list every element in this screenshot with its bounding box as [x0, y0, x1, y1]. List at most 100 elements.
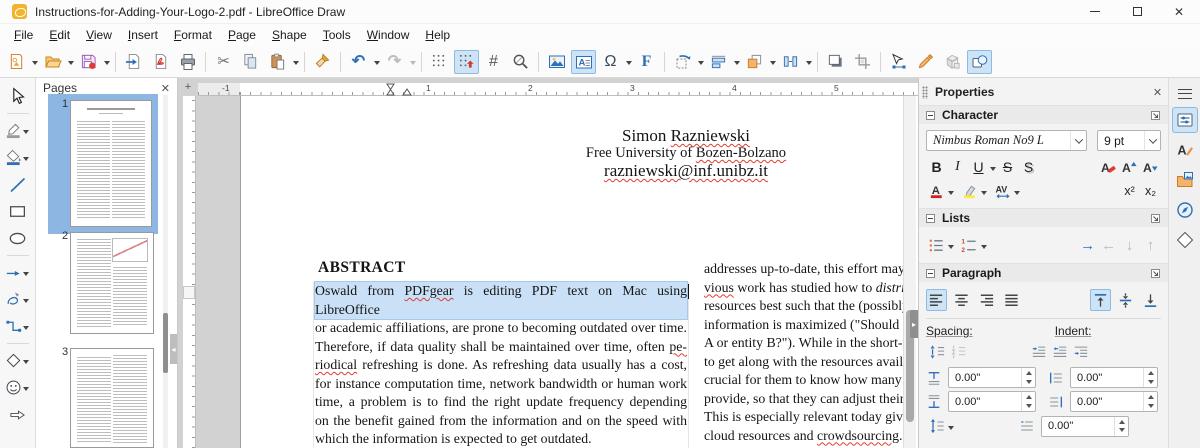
hanging-indent-button[interactable]: [1070, 341, 1091, 363]
spin-buttons[interactable]: [1143, 368, 1157, 387]
copy-button[interactable]: [238, 50, 263, 74]
rectangle-tool[interactable]: [1, 198, 35, 225]
ruler-origin[interactable]: +: [178, 78, 198, 96]
shadow-button[interactable]: [823, 50, 848, 74]
dialog-launcher-icon[interactable]: [1150, 110, 1161, 121]
select-tool[interactable]: [1, 83, 35, 110]
maximize-button[interactable]: [1116, 0, 1158, 23]
line-spacing-button[interactable]: [926, 415, 947, 437]
menu-item-shape[interactable]: Shape: [264, 26, 315, 44]
sidebar-splitter[interactable]: ▸: [910, 310, 918, 338]
indent-marker-hourglass[interactable]: [386, 83, 395, 96]
menu-item-help[interactable]: Help: [417, 26, 458, 44]
insert-text-box-button[interactable]: A: [571, 49, 596, 74]
new-dropdown[interactable]: [30, 50, 39, 74]
below-paragraph-spacing-field[interactable]: 0.00": [948, 391, 1036, 412]
fill-color-tool[interactable]: [1, 144, 35, 171]
lists-section-header[interactable]: Lists: [919, 208, 1169, 227]
paste-dropdown[interactable]: [291, 50, 300, 74]
promote-button[interactable]: ←: [1098, 234, 1119, 256]
line-color-tool[interactable]: [1, 117, 35, 144]
tab-navigator[interactable]: [1172, 197, 1198, 223]
highlight-color-button[interactable]: [959, 180, 980, 202]
collapse-icon[interactable]: [926, 268, 935, 278]
align-objects-button[interactable]: [706, 50, 731, 74]
align-objects-dropdown[interactable]: [732, 50, 741, 74]
decrease-paragraph-spacing-button[interactable]: [947, 341, 968, 363]
curves-and-polygons-tool[interactable]: [1, 286, 35, 313]
menu-item-tools[interactable]: Tools: [315, 26, 359, 44]
dialog-launcher-icon[interactable]: [1150, 213, 1161, 224]
print-button[interactable]: [175, 50, 200, 74]
menu-item-edit[interactable]: Edit: [41, 26, 78, 44]
distribution-dropdown[interactable]: [804, 50, 813, 74]
increase-font-size-button[interactable]: A: [1119, 156, 1140, 178]
align-top-button[interactable]: [1090, 289, 1112, 311]
align-justify-button[interactable]: [1001, 289, 1022, 311]
arrange-dropdown[interactable]: [768, 50, 777, 74]
page-thumbnail-1[interactable]: [70, 100, 152, 227]
export-button[interactable]: [121, 50, 146, 74]
save-button[interactable]: [76, 50, 101, 74]
menu-item-page[interactable]: Page: [220, 26, 264, 44]
deck-close-icon[interactable]: ✕: [1153, 86, 1162, 99]
decrease-font-size-button[interactable]: A: [1140, 156, 1161, 178]
ellipse-tool[interactable]: [1, 225, 35, 252]
curves-and-polygons-dropdown[interactable]: [22, 291, 31, 309]
move-up-button[interactable]: ↑: [1140, 234, 1161, 256]
underline-dropdown[interactable]: [989, 156, 997, 178]
insert-image-button[interactable]: [544, 50, 569, 74]
ordered-list-button[interactable]: 12: [959, 234, 980, 256]
transformations-button[interactable]: [670, 50, 695, 74]
demote-button[interactable]: →: [1077, 234, 1098, 256]
new-drawing-button[interactable]: [4, 50, 29, 74]
zoom-pan-button[interactable]: [508, 50, 533, 74]
fill-color-dropdown[interactable]: [22, 149, 31, 167]
cut-button[interactable]: ✂: [211, 50, 236, 74]
strikethrough-button[interactable]: S: [997, 156, 1018, 178]
superscript-button[interactable]: x²: [1119, 180, 1140, 202]
minimize-button[interactable]: [1074, 0, 1116, 23]
collapse-icon[interactable]: [926, 110, 935, 120]
horizontal-ruler[interactable]: -1 1 2 3 4 5: [198, 83, 918, 96]
left-text-column[interactable]: Oswald from PDFgear is editing PDF text …: [313, 281, 689, 448]
spin-buttons[interactable]: [1114, 416, 1128, 436]
basic-shapes-tool[interactable]: [1, 347, 35, 374]
tab-shapes[interactable]: [1172, 227, 1198, 253]
font-color-button[interactable]: A: [926, 180, 947, 202]
page-thumbnail-3[interactable]: [70, 348, 154, 448]
subscript-button[interactable]: x₂: [1140, 180, 1161, 202]
character-spacing-button[interactable]: AV: [992, 180, 1013, 202]
tab-styles[interactable]: A: [1172, 137, 1198, 163]
canvas-scrollbar[interactable]: [903, 96, 916, 448]
font-size-dropdown[interactable]: [1144, 131, 1160, 150]
block-arrows-tool[interactable]: [1, 401, 35, 428]
bold-button[interactable]: B: [926, 156, 947, 178]
align-right-button[interactable]: [976, 289, 997, 311]
pages-panel-splitter[interactable]: ◂: [170, 334, 177, 364]
spin-buttons[interactable]: [1143, 392, 1157, 411]
show-draw-functions-button[interactable]: [967, 49, 992, 74]
undo-dropdown[interactable]: [372, 50, 381, 74]
align-bottom-button[interactable]: [1140, 289, 1161, 311]
indent-marker-triangle[interactable]: [402, 88, 412, 96]
special-character-dropdown[interactable]: [624, 50, 633, 74]
clone-formatting-button[interactable]: [310, 50, 335, 74]
paste-button[interactable]: [265, 50, 290, 74]
lines-and-arrows-tool[interactable]: [1, 259, 35, 286]
above-paragraph-spacing-field[interactable]: 0.00": [948, 367, 1036, 388]
edit-points-button[interactable]: [886, 50, 911, 74]
page-thumbnail-2[interactable]: [70, 232, 154, 334]
character-section-header[interactable]: Character: [919, 105, 1169, 124]
decrease-indent-button[interactable]: [1049, 341, 1070, 363]
sidebar-menu-icon[interactable]: [1177, 89, 1192, 99]
font-color-dropdown[interactable]: [947, 180, 955, 202]
menu-item-window[interactable]: Window: [359, 26, 418, 44]
insert-special-character-button[interactable]: Ω: [598, 50, 623, 74]
align-left-button[interactable]: [926, 289, 947, 311]
distribution-button[interactable]: [778, 50, 803, 74]
author-text-frame[interactable]: Simon Razniewski Free University of Bozen…: [486, 126, 886, 180]
paragraph-section-header[interactable]: Paragraph: [919, 263, 1169, 282]
line-spacing-dropdown[interactable]: [947, 415, 955, 437]
save-dropdown[interactable]: [102, 50, 111, 74]
